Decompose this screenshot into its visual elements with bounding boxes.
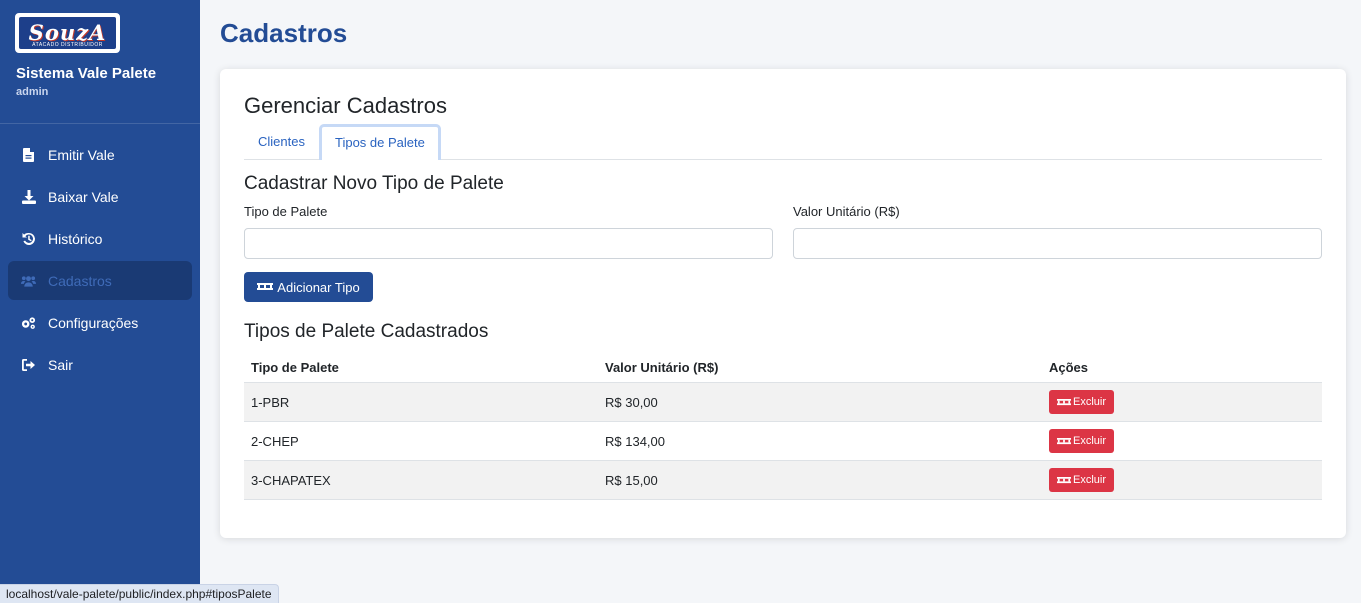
souza-logo[interactable]: SouzA ATACADO DISTRIBUIDOR (15, 13, 120, 53)
delete-button[interactable]: Excluir (1049, 429, 1115, 453)
manage-card: Gerenciar Cadastros Clientes Tipos de Pa… (220, 69, 1346, 538)
cell-valor: R$ 30,00 (605, 394, 658, 410)
header-tipo: Tipo de Palete (251, 360, 339, 375)
logo-subtitle: ATACADO DISTRIBUIDOR (32, 42, 103, 48)
cell-valor: R$ 134,00 (605, 433, 665, 449)
delete-label: Excluir (1073, 435, 1107, 447)
sidebar-item-configuracoes[interactable]: Configurações (8, 303, 192, 342)
table-row: 3-CHAPATEX R$ 15,00 Excluir (244, 461, 1322, 500)
sidebar-item-cadastros[interactable]: Cadastros (8, 261, 192, 300)
delete-label: Excluir (1073, 396, 1107, 408)
delete-button[interactable]: Excluir (1049, 468, 1115, 492)
cell-tipo: 1-PBR (251, 394, 290, 410)
add-tipo-label: Adicionar Tipo (277, 279, 360, 295)
file-icon (21, 147, 36, 162)
gears-icon (21, 315, 36, 330)
sidebar: SouzA ATACADO DISTRIBUIDOR Sistema Vale … (0, 0, 200, 603)
sidebar-item-label: Cadastros (48, 272, 112, 289)
sidebar-item-sair[interactable]: Sair (8, 345, 192, 384)
tipo-palete-label: Tipo de Palete (244, 204, 328, 219)
tab-clientes[interactable]: Clientes (244, 124, 319, 160)
tab-tipos-de-palete[interactable]: Tipos de Palete (319, 124, 441, 160)
table-row: 2-CHEP R$ 134,00 Excluir (244, 422, 1322, 461)
tipos-palete-table: Tipo de Palete Valor Unitário (R$) Ações… (244, 353, 1322, 500)
add-tipo-button[interactable]: Adicionar Tipo (244, 272, 373, 302)
header-acoes: Ações (1049, 360, 1089, 375)
sidebar-item-emitir-vale[interactable]: Emitir Vale (8, 135, 192, 174)
current-user: admin (16, 86, 49, 98)
list-title: Tipos de Palete Cadastrados (244, 321, 489, 342)
delete-button[interactable]: Excluir (1049, 390, 1115, 414)
pallet-icon (257, 283, 274, 291)
sidebar-item-label: Histórico (48, 230, 103, 247)
table-row: 1-PBR R$ 30,00 Excluir (244, 383, 1322, 422)
system-title: Sistema Vale Palete (16, 65, 157, 82)
sidebar-item-label: Sair (48, 356, 73, 373)
history-icon (21, 231, 36, 246)
form-title: Cadastrar Novo Tipo de Palete (244, 173, 504, 194)
sidebar-divider (0, 123, 200, 124)
tabs: Clientes Tipos de Palete (244, 124, 1322, 160)
cell-tipo: 2-CHEP (251, 433, 299, 449)
sidebar-item-baixar-vale[interactable]: Baixar Vale (8, 177, 192, 216)
sign-out-icon (21, 357, 36, 372)
pallet-icon (1057, 437, 1071, 445)
tipo-palete-input[interactable] (244, 228, 773, 259)
valor-unitario-label: Valor Unitário (R$) (793, 204, 900, 219)
delete-label: Excluir (1073, 474, 1107, 486)
sidebar-item-historico[interactable]: Histórico (8, 219, 192, 258)
table-header: Tipo de Palete Valor Unitário (R$) Ações (244, 353, 1322, 383)
page-title: Cadastros (220, 18, 348, 48)
valor-unitario-input[interactable] (793, 228, 1322, 259)
sidebar-item-label: Baixar Vale (48, 188, 119, 205)
download-icon (21, 189, 36, 204)
sidebar-item-label: Configurações (48, 314, 139, 331)
pallet-icon (1057, 476, 1071, 484)
sidebar-nav: Emitir Vale Baixar Vale Histórico Cadast… (8, 135, 192, 387)
cell-valor: R$ 15,00 (605, 472, 658, 488)
header-valor: Valor Unitário (R$) (605, 360, 719, 375)
users-icon (21, 273, 36, 288)
cell-tipo: 3-CHAPATEX (251, 472, 331, 488)
status-bar-url: localhost/vale-palete/public/index.php#t… (0, 584, 279, 603)
sidebar-item-label: Emitir Vale (48, 146, 115, 163)
card-title: Gerenciar Cadastros (244, 93, 447, 118)
pallet-icon (1057, 398, 1071, 406)
